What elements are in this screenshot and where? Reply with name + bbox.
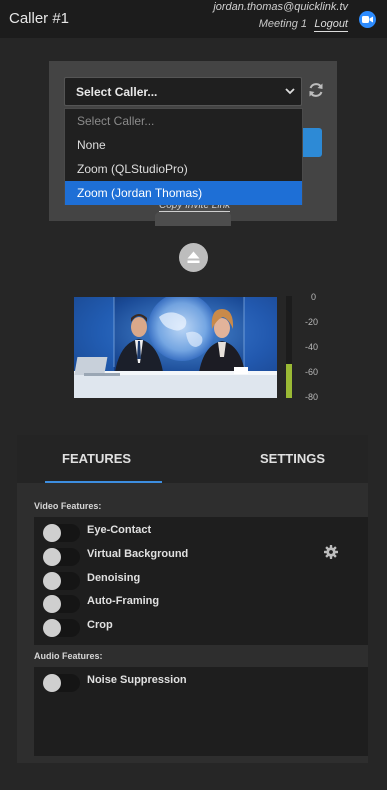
audio-features-box: Noise Suppression bbox=[34, 667, 368, 756]
eject-button[interactable] bbox=[179, 243, 208, 272]
feature-label: Noise Suppression bbox=[87, 674, 187, 686]
page-title: Caller #1 bbox=[9, 10, 70, 27]
caller-dropdown-list: Select Caller... None Zoom (QLStudioPro)… bbox=[64, 108, 303, 205]
feature-label: Eye-Contact bbox=[87, 524, 152, 536]
meter-scale-label: -80 bbox=[305, 392, 319, 402]
top-bar: Caller #1 jordan.thomas@quicklink.tv Mee… bbox=[0, 0, 387, 38]
audio-level-fill bbox=[286, 364, 292, 398]
toggle-noise-suppression[interactable] bbox=[43, 674, 80, 692]
features-panel: FEATURES SETTINGS Video Features: Eye-Co… bbox=[17, 435, 368, 763]
meter-scale-label: -40 bbox=[305, 342, 319, 352]
tab-features[interactable]: FEATURES bbox=[62, 451, 131, 466]
feature-label: Auto-Framing bbox=[87, 595, 160, 607]
logout-link[interactable]: Logout bbox=[314, 18, 348, 32]
video-features-box: Eye-Contact Virtual Background Denoising… bbox=[34, 517, 368, 645]
meter-scale-label: 0 bbox=[311, 292, 317, 302]
connect-button[interactable] bbox=[302, 128, 322, 157]
refresh-icon[interactable] bbox=[307, 81, 325, 99]
toggle-eye-contact[interactable] bbox=[43, 524, 80, 542]
meeting-name: Meeting 1 bbox=[258, 18, 307, 30]
audio-level-meter bbox=[286, 296, 292, 398]
user-email: jordan.thomas@quicklink.tv bbox=[213, 1, 348, 13]
chevron-down-icon bbox=[285, 88, 295, 95]
video-preview bbox=[74, 297, 277, 398]
toggle-crop[interactable] bbox=[43, 619, 80, 637]
gear-icon[interactable] bbox=[324, 545, 338, 559]
toggle-denoising[interactable] bbox=[43, 572, 80, 590]
caller-select[interactable]: Select Caller... bbox=[64, 77, 302, 106]
feature-label: Denoising bbox=[87, 572, 141, 584]
active-tab-indicator bbox=[45, 481, 162, 483]
feature-label: Crop bbox=[87, 619, 113, 631]
toggle-auto-framing[interactable] bbox=[43, 595, 80, 613]
video-features-label: Video Features: bbox=[34, 501, 102, 511]
eject-icon bbox=[187, 251, 200, 263]
zoom-camera-icon bbox=[359, 11, 376, 28]
feature-label: Virtual Background bbox=[87, 548, 189, 560]
dropdown-option-placeholder[interactable]: Select Caller... bbox=[65, 109, 302, 133]
audio-features-label: Audio Features: bbox=[34, 651, 103, 661]
dropdown-option-zoom-qlstudiopro[interactable]: Zoom (QLStudioPro) bbox=[65, 157, 302, 181]
meter-scale-label: -60 bbox=[305, 367, 319, 377]
toggle-virtual-background[interactable] bbox=[43, 548, 80, 566]
dropdown-option-zoom-jordan-thomas[interactable]: Zoom (Jordan Thomas) bbox=[65, 181, 302, 205]
tab-settings[interactable]: SETTINGS bbox=[260, 451, 325, 466]
caller-select-value: Select Caller... bbox=[76, 85, 158, 99]
tab-bar: FEATURES SETTINGS bbox=[17, 435, 368, 483]
meter-scale-label: -20 bbox=[305, 317, 319, 327]
dropdown-option-none[interactable]: None bbox=[65, 133, 302, 157]
